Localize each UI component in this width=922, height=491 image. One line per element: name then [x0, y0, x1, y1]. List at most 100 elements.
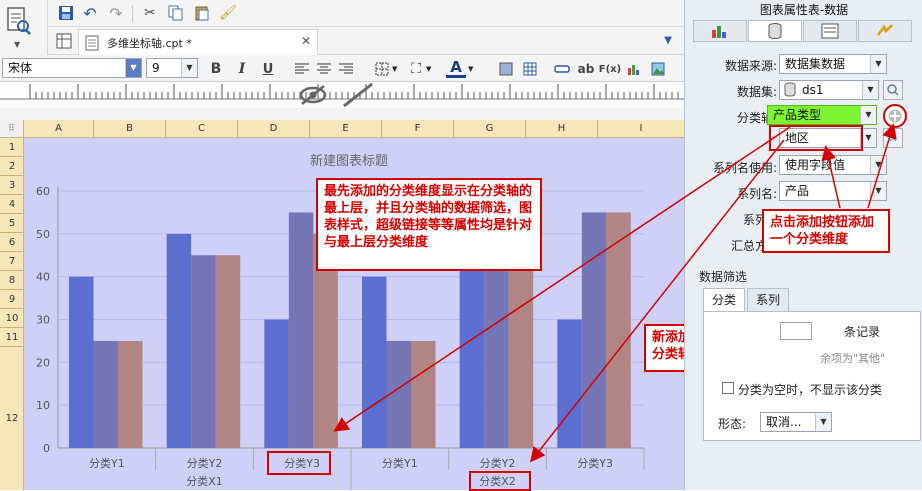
bar[interactable] — [118, 340, 143, 448]
tab-style[interactable] — [803, 20, 857, 42]
category-axis-select-1[interactable]: 产品类型 ▼ — [767, 105, 877, 125]
bar[interactable] — [581, 212, 607, 448]
form-select[interactable]: 取消... ▼ — [760, 412, 832, 432]
grid-menu-icon[interactable] — [54, 31, 74, 51]
tab-chart-type[interactable] — [693, 20, 747, 42]
filter-tab-series[interactable]: 系列 — [747, 288, 789, 312]
align-center-icon[interactable] — [314, 59, 334, 79]
chevron-down-icon[interactable]: ▼ — [426, 65, 431, 73]
formula-button[interactable]: F(x) — [599, 59, 621, 79]
chevron-down-icon[interactable]: ▼ — [468, 65, 473, 73]
bold-button[interactable]: B — [206, 59, 226, 79]
save-icon[interactable] — [56, 3, 76, 23]
tab-document[interactable]: 多维坐标轴.cpt * ✕ — [78, 29, 318, 55]
record-count-input[interactable] — [780, 322, 812, 340]
italic-button[interactable]: I — [232, 59, 252, 79]
column-header[interactable]: D — [238, 120, 310, 138]
sheet-corner[interactable]: ⠿ — [0, 120, 24, 138]
tab-effects[interactable] — [858, 20, 912, 42]
bar[interactable] — [69, 276, 94, 448]
y-tick-label: 10 — [36, 399, 50, 412]
underline-button[interactable]: U — [258, 59, 278, 79]
align-left-icon[interactable] — [292, 59, 312, 79]
redo-icon[interactable]: ↷ — [106, 3, 126, 23]
bar[interactable] — [386, 340, 412, 448]
panel-title: 图表属性表-数据 — [759, 3, 849, 17]
tab-data[interactable] — [748, 20, 802, 42]
bar[interactable] — [93, 340, 119, 448]
row-header[interactable]: 6 — [0, 233, 24, 252]
insert-chart-icon[interactable] — [624, 59, 644, 79]
chevron-down-icon[interactable]: ▼ — [14, 40, 20, 49]
font-color-icon[interactable]: A — [446, 58, 466, 78]
row-header[interactable]: 2 — [0, 157, 24, 176]
column-header[interactable]: B — [94, 120, 166, 138]
bar[interactable] — [215, 255, 241, 448]
column-header[interactable]: C — [166, 120, 238, 138]
font-name-select[interactable]: 宋体 ▼ — [2, 58, 142, 78]
bar[interactable] — [557, 319, 582, 449]
row-header[interactable]: 5 — [0, 214, 24, 233]
row-header[interactable]: 4 — [0, 195, 24, 214]
column-header[interactable]: A — [24, 120, 94, 138]
pen-icon[interactable] — [338, 82, 378, 111]
copy-icon[interactable] — [166, 3, 186, 23]
bar[interactable] — [508, 255, 534, 448]
close-icon[interactable]: ✕ — [301, 34, 311, 48]
bar[interactable] — [606, 212, 631, 448]
add-category-button[interactable] — [883, 104, 907, 128]
column-header[interactable]: I — [598, 120, 684, 138]
format-painter-icon[interactable]: 🖌 — [218, 3, 238, 23]
tab-list-icon[interactable]: ▼ — [664, 35, 672, 46]
column-header[interactable]: H — [526, 120, 598, 138]
text-ab-button[interactable]: ab — [576, 59, 596, 79]
filter-title: 数据筛选 — [699, 270, 748, 284]
table-icon[interactable] — [520, 59, 540, 79]
form-label: 形态: — [718, 417, 747, 431]
bar[interactable] — [288, 212, 314, 448]
paste-icon[interactable] — [192, 3, 212, 23]
border-icon[interactable] — [372, 59, 392, 79]
bar[interactable] — [484, 255, 509, 448]
align-right-icon[interactable] — [336, 59, 356, 79]
bar[interactable] — [191, 255, 216, 448]
filter-panel: 条记录 余项为"其他" 分类为空时，不显示该分类 形态: 取消... ▼ — [703, 311, 921, 441]
data-source-select[interactable]: 数据集数据 ▼ — [779, 54, 887, 74]
fill-color-icon[interactable]: ⛶ — [406, 59, 426, 79]
template-icon[interactable] — [6, 6, 32, 36]
bar[interactable] — [264, 319, 289, 449]
row-header[interactable]: 9 — [0, 290, 24, 309]
row-header[interactable]: 10 — [0, 309, 24, 328]
row-header[interactable]: 12 — [0, 347, 24, 490]
preview-search-button[interactable] — [883, 80, 903, 100]
row-header[interactable]: 8 — [0, 271, 24, 290]
series-name-use-label: 系列名使用: — [712, 161, 777, 175]
chart-title[interactable]: 新建图表标题 — [310, 153, 388, 169]
cut-icon[interactable]: ✂ — [140, 3, 160, 23]
bar[interactable] — [411, 340, 436, 448]
remove-category-icon[interactable]: ✕ — [883, 128, 903, 148]
empty-category-checkbox[interactable] — [722, 382, 734, 394]
column-header[interactable]: E — [310, 120, 382, 138]
eye-icon[interactable] — [298, 82, 328, 111]
row-header[interactable]: 3 — [0, 176, 24, 195]
row-header[interactable]: 11 — [0, 328, 24, 347]
row-header[interactable]: 1 — [0, 138, 24, 157]
dataset-select[interactable]: ds1 ▼ — [779, 80, 879, 100]
series-name-select[interactable]: 产品 ▼ — [779, 181, 887, 201]
insert-image-icon[interactable] — [648, 59, 668, 79]
series-name-label: 系列名: — [736, 187, 777, 201]
bar[interactable] — [166, 233, 192, 448]
font-size-select[interactable]: 9 ▼ — [146, 58, 198, 78]
link-icon[interactable] — [552, 59, 572, 79]
filter-tab-category[interactable]: 分类 — [703, 288, 745, 312]
row-header[interactable]: 7 — [0, 252, 24, 271]
series-name-use-select[interactable]: 使用字段值 ▼ — [779, 155, 887, 175]
chevron-down-icon[interactable]: ▼ — [392, 65, 397, 73]
column-header[interactable]: G — [454, 120, 526, 138]
column-header[interactable]: F — [382, 120, 454, 138]
bar[interactable] — [362, 276, 387, 448]
cell-style-icon[interactable] — [496, 59, 516, 79]
y-tick-label: 20 — [36, 356, 50, 369]
undo-icon[interactable]: ↶ — [80, 3, 100, 23]
